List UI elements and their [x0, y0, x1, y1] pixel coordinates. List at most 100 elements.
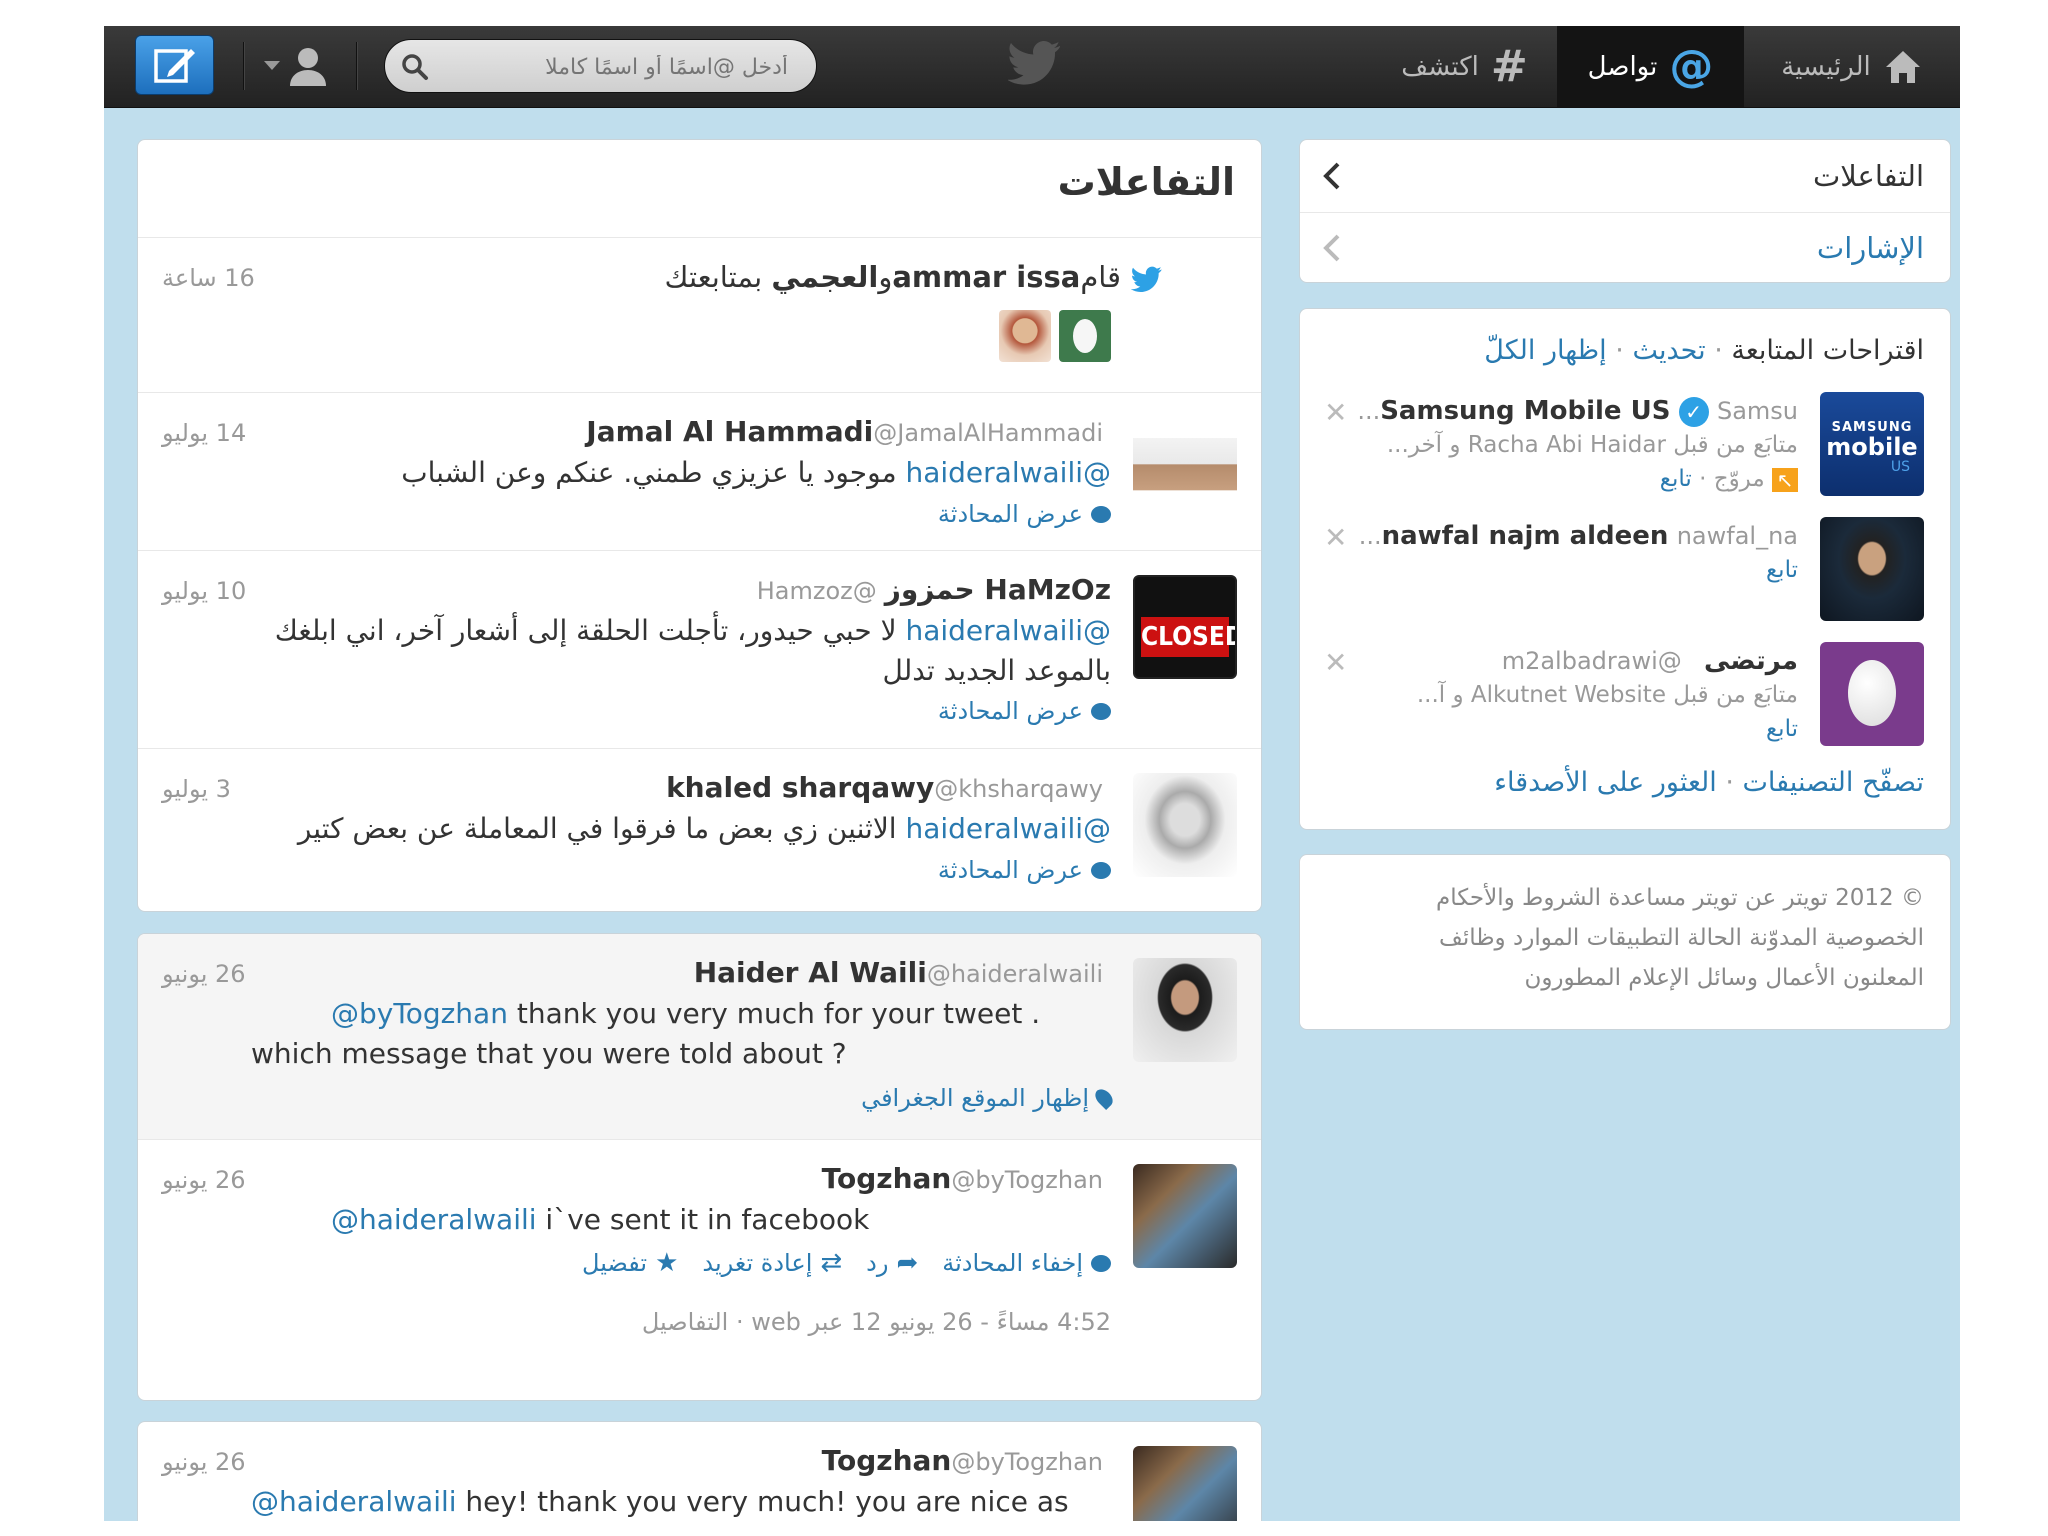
- suggestion-name[interactable]: Samsung Mobile US: [1380, 396, 1670, 426]
- tweet-time[interactable]: 26 يونيو: [162, 1448, 246, 1476]
- tweet-author-name[interactable]: Togzhan: [822, 1444, 952, 1477]
- refresh-link[interactable]: تحديث: [1632, 335, 1705, 366]
- mention-link[interactable]: @haideralwaili: [251, 1485, 457, 1518]
- tweet-author-name[interactable]: khaled sharqawy: [666, 771, 934, 804]
- nav-connect-label: تواصل: [1587, 51, 1658, 82]
- dismiss-icon[interactable]: ✕: [1324, 396, 1347, 429]
- tweet[interactable]: Haider Al Waili@haideralwaili 26 يونيو @…: [138, 934, 1261, 1139]
- tweet-screen-name[interactable]: @byTogzhan: [951, 1166, 1103, 1194]
- tweet-time[interactable]: 26 يونيو: [162, 960, 246, 988]
- tweet-screen-name[interactable]: @Hamzoz: [757, 577, 877, 605]
- mention-link[interactable]: @haideralwaili: [905, 614, 1111, 647]
- menu-item-mentions[interactable]: الإشارات: [1300, 212, 1950, 282]
- browse-categories-link[interactable]: تصفّح التصنيفات: [1743, 767, 1925, 798]
- tweet-time[interactable]: 14 يوليو: [162, 419, 246, 447]
- followed-by-context: متابَع من قبل Alkutnet Website و آ...: [1416, 682, 1798, 708]
- who-to-follow: اقتراحات المتابعة · تحديث · إظهار الكلّ …: [1299, 308, 1951, 830]
- tweet-screen-name[interactable]: @khsharqawy: [934, 775, 1103, 803]
- favorite-button[interactable]: ★ تفضيل: [582, 1248, 678, 1278]
- nav-discover[interactable]: # اكتشف: [1372, 26, 1557, 107]
- egg-avatar[interactable]: [1820, 642, 1924, 746]
- suggestion-screen-name[interactable]: @m2albadrawi: [1502, 647, 1682, 675]
- nav-discover-label: اكتشف: [1401, 51, 1479, 82]
- view-conversation-link[interactable]: عرض المحادثة: [938, 697, 1111, 725]
- user-menu[interactable]: [264, 40, 336, 92]
- closed-sign-image: CLOSED: [1141, 617, 1235, 657]
- dismiss-icon[interactable]: ✕: [1324, 646, 1347, 679]
- tweet-time[interactable]: 10 يوليو: [162, 577, 246, 605]
- tweet-time[interactable]: 26 يونيو: [162, 1166, 246, 1194]
- tweet-text: @haideralwaili hey! thank you very much!…: [251, 1485, 1069, 1518]
- tweet-author-name[interactable]: HaMzOz حمزوز: [885, 573, 1111, 606]
- nav-connect[interactable]: @ تواصل: [1557, 26, 1744, 107]
- egg-avatar[interactable]: [1059, 310, 1111, 362]
- tweet-text: @haideralwaili موجود يا عزيزي طمني. عنكم…: [401, 456, 1111, 489]
- caret-down-icon: [264, 61, 280, 70]
- mention-link[interactable]: @haideralwaili: [905, 456, 1111, 489]
- follow-event[interactable]: قامammar issaوالعجمي بمتابعتك 16 ساعة: [138, 237, 1261, 392]
- menu-item-interactions[interactable]: التفاعلات: [1300, 140, 1950, 213]
- twitter-bird-icon[interactable]: [1008, 40, 1062, 88]
- dismiss-icon[interactable]: ✕: [1324, 521, 1347, 554]
- user-icon: [290, 48, 326, 86]
- mention-link[interactable]: @haideralwaili: [905, 812, 1111, 845]
- suggestion-name-line: مرتضى @m2albadrawi: [1502, 646, 1798, 676]
- avatar[interactable]: [1133, 958, 1237, 1062]
- tweet[interactable]: Togzhan@byTogzhan 26 يونيو @haideralwail…: [138, 1139, 1261, 1400]
- follow-link[interactable]: تابع: [1766, 557, 1798, 583]
- search-box[interactable]: [384, 39, 817, 93]
- tweet-header: HaMzOz حمزوز @Hamzoz: [757, 573, 1111, 606]
- follower-name[interactable]: العجمي: [771, 260, 878, 294]
- view-conversation-link[interactable]: عرض المحادثة: [938, 500, 1111, 528]
- tweet-screen-name[interactable]: @JamalAlHammadi: [873, 419, 1103, 447]
- tweet-author-name[interactable]: Togzhan: [822, 1162, 952, 1195]
- tweet-time[interactable]: 3 يوليو: [162, 775, 231, 803]
- tweet-screen-name[interactable]: @byTogzhan: [951, 1448, 1103, 1476]
- tweet-author-name[interactable]: Jamal Al Hammadi: [586, 415, 873, 448]
- avatar[interactable]: [1133, 1446, 1237, 1521]
- star-icon: ★: [655, 1248, 679, 1278]
- compose-tweet-button[interactable]: [135, 35, 214, 95]
- avatar[interactable]: [1133, 773, 1237, 877]
- site-footer: © 2012 تويتر عن تويتر مساعدة الشروط والأ…: [1299, 854, 1951, 1030]
- search-icon[interactable]: [401, 53, 429, 81]
- nav-home[interactable]: الرئيسية: [1744, 26, 1960, 107]
- tweet[interactable]: khaled sharqawy@khsharqawy 3 يوليو @haid…: [138, 748, 1261, 911]
- suggestion-name[interactable]: مرتضى: [1704, 646, 1798, 676]
- suggestion-name[interactable]: nawfal najm aldeen: [1382, 521, 1669, 551]
- tweet[interactable]: Togzhan@byTogzhan 26 يونيو @haideralwail…: [138, 1422, 1261, 1521]
- tweet[interactable]: CLOSED HaMzOz حمزوز @Hamzoz 10 يوليو @hai…: [138, 550, 1261, 748]
- find-friends-link[interactable]: العثور على الأصدقاء: [1494, 767, 1716, 798]
- chevron-left-icon: [1323, 162, 1340, 190]
- search-input[interactable]: [456, 48, 790, 86]
- tweet-text: @haideralwaili الاثنين زي بعض ما فرقوا ف…: [297, 812, 1111, 845]
- view-all-link[interactable]: إظهار الكلّ: [1484, 335, 1606, 366]
- user-avatar[interactable]: [999, 310, 1051, 362]
- show-location-link[interactable]: إظهار الموقع الجغرافي: [861, 1084, 1117, 1112]
- retweet-icon: ⇄: [820, 1248, 843, 1278]
- suggestion-avatar[interactable]: [1820, 517, 1924, 621]
- hide-conversation-link[interactable]: إخفاء المحادثة: [942, 1249, 1111, 1277]
- mention-link[interactable]: @haideralwaili: [331, 1203, 537, 1236]
- tweet[interactable]: Jamal Al Hammadi@JamalAlHammadi 14 يوليو…: [138, 392, 1261, 550]
- footer-links-row[interactable]: الخصوصية المدوّنة الحالة التطبيقات الموا…: [1439, 925, 1924, 951]
- follower-name[interactable]: ammar issa: [892, 260, 1080, 294]
- avatar[interactable]: CLOSED: [1133, 575, 1237, 679]
- view-conversation-link[interactable]: عرض المحادثة: [938, 856, 1111, 884]
- retweet-button[interactable]: ⇄ إعادة تغريد: [702, 1248, 842, 1278]
- tweet-author-name[interactable]: Haider Al Waili: [694, 956, 927, 989]
- reply-button[interactable]: ➦ رد: [866, 1248, 918, 1278]
- tweet-text: @byTogzhan thank you very much for your …: [251, 997, 1041, 1070]
- footer-links-row[interactable]: © 2012 تويتر عن تويتر مساعدة الشروط والأ…: [1436, 885, 1924, 911]
- samsung-logo-avatar[interactable]: SAMSUNG mobile US: [1820, 392, 1924, 496]
- details-link[interactable]: التفاصيل: [642, 1308, 728, 1336]
- mention-link[interactable]: @byTogzhan: [331, 997, 508, 1030]
- avatar[interactable]: [1133, 1164, 1237, 1268]
- follow-link[interactable]: تابع: [1660, 466, 1692, 492]
- followed-by-context: متابَع من قبل Racha Abi Haidar و آخر...: [1386, 432, 1798, 458]
- follow-link[interactable]: تابع: [1766, 716, 1798, 742]
- footer-links-row[interactable]: المعلنون الأعمال وسائل الإعلام المطورون: [1524, 965, 1924, 991]
- tweet-screen-name[interactable]: @haideralwaili: [927, 960, 1103, 988]
- avatar[interactable]: [1133, 417, 1237, 521]
- event-time: 16 ساعة: [162, 264, 255, 292]
